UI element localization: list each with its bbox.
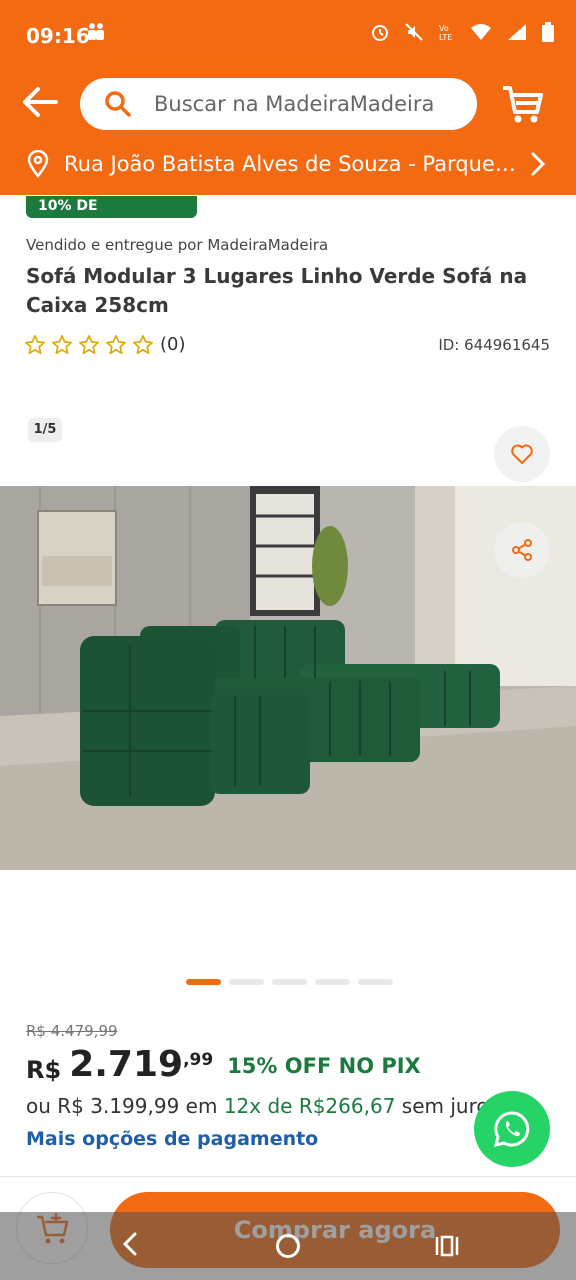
cart-icon xyxy=(503,86,543,123)
star-icon xyxy=(52,335,72,355)
search-input[interactable]: Buscar na MadeiraMadeira xyxy=(80,78,477,130)
product-id: ID: 644961645 xyxy=(438,336,550,354)
nav-back-icon[interactable] xyxy=(118,1226,142,1262)
status-icons: Vo LTE xyxy=(370,22,554,47)
gallery-dot[interactable] xyxy=(229,979,264,985)
wifi-icon xyxy=(470,23,492,46)
search-placeholder: Buscar na MadeiraMadeira xyxy=(154,92,435,116)
whatsapp-icon xyxy=(493,1111,530,1148)
arrow-left-icon xyxy=(23,87,58,117)
status-bar: 09:16 Vo LTE xyxy=(0,0,576,72)
whatsapp-button[interactable] xyxy=(474,1091,550,1167)
share-icon xyxy=(512,539,532,561)
star-icon xyxy=(133,335,153,355)
share-button[interactable] xyxy=(494,522,550,578)
battery-icon xyxy=(542,22,554,47)
volte-icon: Vo LTE xyxy=(438,22,456,47)
heart-icon xyxy=(511,444,533,464)
cart-button[interactable] xyxy=(500,82,544,126)
delivery-address[interactable]: Rua João Batista Alves de Souza - Parque… xyxy=(0,142,576,188)
installments-highlight: 12x de R$266,67 xyxy=(223,1094,396,1118)
svg-text:LTE: LTE xyxy=(439,33,452,42)
location-pin-icon xyxy=(27,150,49,178)
star-icon xyxy=(106,335,126,355)
rating-stars[interactable] xyxy=(24,334,154,356)
seller-info: Vendido e entregue por MadeiraMadeira xyxy=(26,236,329,254)
favorite-button[interactable] xyxy=(494,426,550,482)
app-header: 09:16 Vo LTE Buscar na MadeiraMadeira Ru… xyxy=(0,0,576,195)
back-button[interactable] xyxy=(20,82,70,126)
star-icon xyxy=(79,335,99,355)
installments-prefix: ou R$ 3.199,99 em xyxy=(26,1094,224,1118)
search-icon xyxy=(105,91,131,117)
chevron-right-icon xyxy=(528,146,548,190)
price-cents: ,99 xyxy=(183,1050,214,1070)
gallery-counter: 1/5 xyxy=(28,418,62,442)
address-text: Rua João Batista Alves de Souza - Parque… xyxy=(64,152,519,176)
current-price: R$ 2.719 ,99 15% OFF NO PIX xyxy=(26,1044,421,1085)
price-currency: R$ xyxy=(26,1056,62,1084)
review-count[interactable]: (0) xyxy=(160,334,186,355)
signal-icon xyxy=(506,23,528,46)
divider xyxy=(0,1176,576,1177)
gallery-pagination xyxy=(186,979,393,985)
alarm-icon xyxy=(370,22,390,47)
nav-recents-icon[interactable] xyxy=(434,1234,460,1258)
gallery-dot[interactable] xyxy=(272,979,307,985)
mute-icon xyxy=(404,22,424,47)
star-icon xyxy=(25,335,45,355)
nav-home-icon[interactable] xyxy=(276,1234,300,1258)
product-title: Sofá Modular 3 Lugares Linho Verde Sofá … xyxy=(26,264,528,317)
more-payment-options-link[interactable]: Mais opções de pagamento xyxy=(26,1128,318,1150)
gallery-dot[interactable] xyxy=(315,979,350,985)
old-price: R$ 4.479,99 xyxy=(26,1022,118,1040)
pix-discount: 15% OFF NO PIX xyxy=(227,1054,421,1078)
price-integer: 2.719 xyxy=(69,1044,184,1085)
status-time: 09:16 xyxy=(26,24,90,48)
installments: ou R$ 3.199,99 em 12x de R$266,67 sem ju… xyxy=(26,1094,496,1118)
svg-text:Vo: Vo xyxy=(439,24,449,33)
system-nav-bar xyxy=(0,1212,576,1280)
people-icon xyxy=(86,22,106,47)
discount-badge: 10% DE xyxy=(26,196,197,218)
product-image[interactable] xyxy=(0,486,576,870)
gallery-dot[interactable] xyxy=(358,979,393,985)
gallery-dot[interactable] xyxy=(186,979,221,985)
